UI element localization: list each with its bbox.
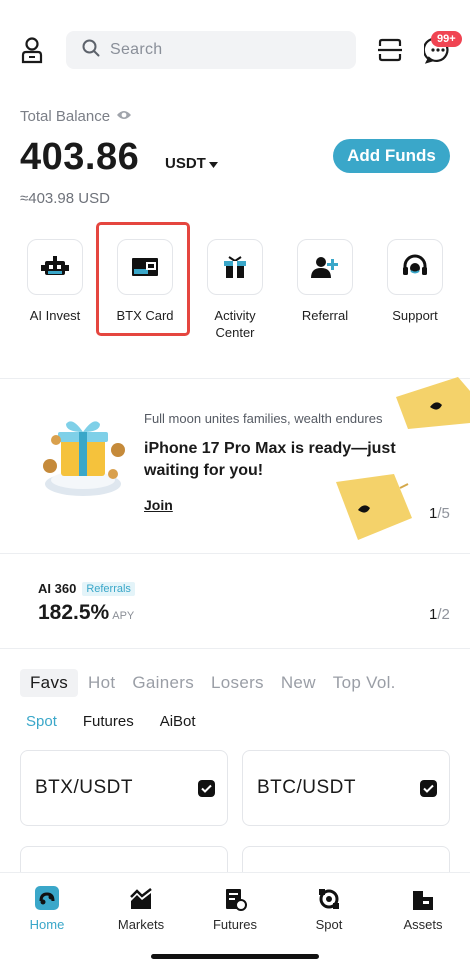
eye-icon[interactable] <box>116 108 132 125</box>
currency-selector[interactable]: USDT <box>165 155 218 172</box>
shortcut-ai-invest[interactable]: AI Invest <box>15 239 95 324</box>
promo-join-link[interactable]: Join <box>144 497 173 513</box>
shortcut-referral[interactable]: Referral <box>285 239 365 324</box>
shortcut-label: Activity Center <box>214 308 256 340</box>
nav-label: Home <box>29 917 65 932</box>
market-tabs: Favs Hot Gainers Losers New Top Vol. <box>20 669 413 697</box>
nav-futures[interactable]: Futures <box>195 883 275 932</box>
nav-label: Assets <box>403 917 443 932</box>
home-icon <box>7 883 87 911</box>
subtab-spot[interactable]: Spot <box>26 713 57 730</box>
notification-badge: 99+ <box>431 31 462 47</box>
nav-markets[interactable]: Markets <box>101 883 181 932</box>
shortcut-label: Referral <box>301 308 349 323</box>
nav-label: Markets <box>117 917 165 932</box>
shortcut-label: AI Invest <box>29 308 81 323</box>
ticket-decoration-bottom <box>332 474 416 544</box>
ai360-pager: 1/2 <box>429 606 450 623</box>
fav-pair-card[interactable]: BTX/USDT <box>20 750 228 826</box>
divider <box>0 553 470 554</box>
pair-name: BTC/USDT <box>257 777 356 798</box>
ticket-decoration-top <box>394 377 470 429</box>
sub-tabs: Spot Futures AiBot <box>26 713 196 730</box>
nav-assets[interactable]: Assets <box>383 883 463 932</box>
highlight-box <box>96 222 190 336</box>
referrals-tag: Referrals <box>82 581 135 596</box>
nav-label: Futures <box>212 917 258 932</box>
shortcut-label: Support <box>392 308 438 323</box>
gift-box-icon <box>207 239 263 295</box>
shortcut-activity-center[interactable]: Activity Center <box>195 239 275 341</box>
pair-name: BTX/USDT <box>35 777 133 798</box>
divider <box>0 648 470 649</box>
futures-icon <box>195 883 275 911</box>
profile-icon[interactable] <box>20 36 46 64</box>
spot-icon <box>289 883 369 911</box>
tab-losers[interactable]: Losers <box>211 673 264 693</box>
fav-pair-card[interactable]: BTC/USDT <box>242 750 450 826</box>
checkbox-checked-icon[interactable] <box>420 779 437 797</box>
scan-icon[interactable] <box>377 38 403 62</box>
caret-down-icon <box>208 155 218 172</box>
balance-value: 403.86 <box>20 136 140 178</box>
add-funds-button[interactable]: Add Funds <box>333 139 450 173</box>
gift-illustration <box>36 408 130 500</box>
shortcut-support[interactable]: Support <box>375 239 455 324</box>
subtab-futures[interactable]: Futures <box>83 713 134 730</box>
search-icon <box>82 39 100 62</box>
nav-spot[interactable]: Spot <box>289 883 369 932</box>
nav-label: Spot <box>315 917 343 932</box>
promo-subtitle: Full moon unites families, wealth endure… <box>144 411 383 426</box>
tab-new[interactable]: New <box>281 673 316 693</box>
tab-favs[interactable]: Favs <box>20 669 79 697</box>
tab-top-vol[interactable]: Top Vol. <box>333 673 396 693</box>
checkbox-checked-icon[interactable] <box>198 779 215 797</box>
ai360-header[interactable]: AI 360 Referrals <box>38 581 135 596</box>
home-indicator <box>151 954 319 959</box>
headset-icon <box>387 239 443 295</box>
subtab-aibot[interactable]: AiBot <box>160 713 196 730</box>
search-input[interactable]: Search <box>66 31 356 69</box>
ai360-apy: 182.5% APY <box>38 601 135 624</box>
balance-usd: ≈403.98 USD <box>20 190 110 207</box>
promo-pager: 1/5 <box>429 505 450 522</box>
total-balance-label: Total Balance <box>20 108 132 125</box>
add-user-icon <box>297 239 353 295</box>
search-placeholder: Search <box>110 41 163 58</box>
tab-hot[interactable]: Hot <box>88 673 115 693</box>
tab-gainers[interactable]: Gainers <box>132 673 194 693</box>
assets-icon <box>383 883 463 911</box>
nav-home[interactable]: Home <box>7 883 87 932</box>
markets-icon <box>101 883 181 911</box>
robot-icon <box>27 239 83 295</box>
